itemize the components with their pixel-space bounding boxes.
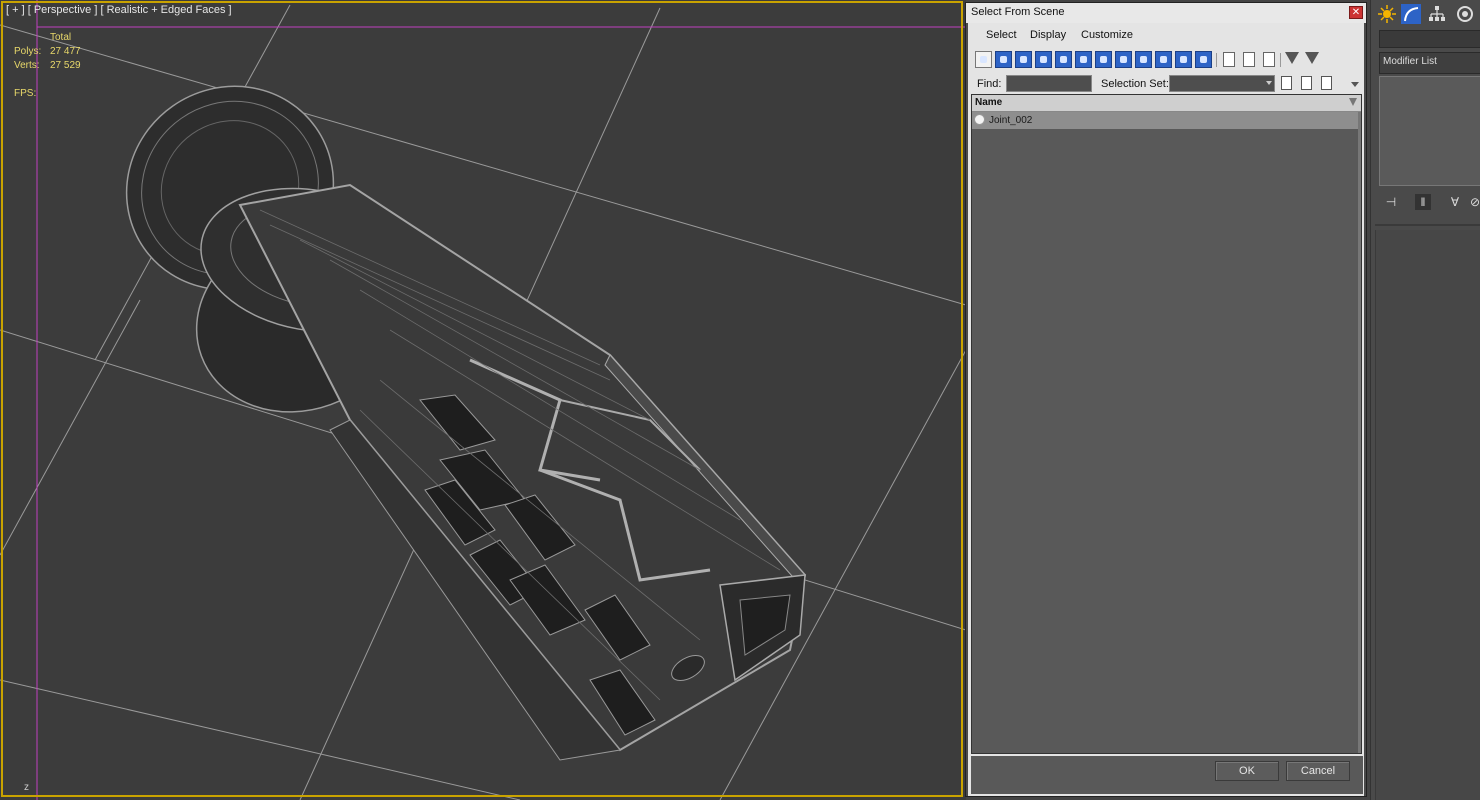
filter-options-icon[interactable] [1305, 52, 1319, 64]
display-lights-icon[interactable] [1015, 51, 1032, 68]
polys-label: Polys: [14, 46, 42, 57]
toolbar-overflow-icon[interactable] [1351, 82, 1359, 87]
create-icon[interactable] [1377, 4, 1397, 24]
select-from-scene-dialog: Select From Scene ✕ Select Display Custo… [965, 2, 1367, 797]
fps-label: FPS: [14, 88, 37, 99]
column-header-name[interactable]: Name [975, 97, 1002, 108]
viewport-label[interactable]: [ + ] [ Perspective ] [ Realistic + Edge… [6, 4, 232, 16]
stats-total-label: Total [50, 32, 72, 43]
dialog-title: Select From Scene [971, 6, 1065, 18]
select-none-icon[interactable] [1243, 52, 1255, 67]
select-all-icon[interactable] [1223, 52, 1235, 67]
hierarchy-icon[interactable] [1427, 4, 1447, 24]
panel-divider [1375, 224, 1480, 226]
selection-set-dropdown[interactable] [1169, 75, 1275, 92]
show-end-result-icon[interactable]: ‖ [1415, 194, 1431, 210]
display-hidden-icon[interactable] [1195, 51, 1212, 68]
ok-button[interactable]: OK [1215, 761, 1279, 781]
sphere-icon [974, 114, 985, 125]
cancel-button[interactable]: Cancel [1286, 761, 1350, 781]
display-helpers-icon[interactable] [1055, 51, 1072, 68]
toolbar-separator [1216, 53, 1217, 67]
column-filter-icon[interactable] [1349, 98, 1357, 106]
menu-display[interactable]: Display [1030, 29, 1066, 41]
display-containers-icon[interactable] [1155, 51, 1172, 68]
filter-icon[interactable] [1285, 52, 1299, 64]
display-cameras-icon[interactable] [1035, 51, 1052, 68]
object-name-field[interactable] [1379, 30, 1480, 48]
remove-selection-set-icon[interactable] [1321, 76, 1332, 90]
dialog-footer: OK Cancel [971, 756, 1363, 794]
row-object-name: Joint_002 [989, 115, 1033, 126]
motion-icon[interactable] [1455, 4, 1475, 24]
display-spacewarps-icon[interactable] [1075, 51, 1092, 68]
list-scrollbar[interactable] [1358, 112, 1361, 753]
model-joint [125, 85, 807, 761]
dropdown-arrow-icon [1266, 81, 1272, 85]
display-frozen-icon[interactable] [1175, 51, 1192, 68]
polys-value: 27 477 [50, 46, 81, 57]
modify-icon[interactable] [1401, 4, 1421, 24]
scene-object-list[interactable]: Name Joint_002 [971, 94, 1362, 754]
display-groups-icon[interactable] [1095, 51, 1112, 68]
display-geometry-icon[interactable] [975, 51, 992, 68]
parameters-rollout [1375, 230, 1480, 800]
stack-toolbar: ⊣ ‖ ∀ ⊘ [1379, 192, 1480, 214]
display-shapes-icon[interactable] [995, 51, 1012, 68]
select-invert-icon[interactable] [1263, 52, 1275, 67]
verts-label: Verts: [14, 60, 40, 71]
perspective-viewport[interactable]: [ + ] [ Perspective ] [ Realistic + Edge… [0, 0, 966, 800]
create-selection-set-icon[interactable] [1301, 76, 1312, 90]
command-panel: Modifier List ⊣ ‖ ∀ ⊘ [1370, 0, 1480, 800]
dialog-title-bar[interactable]: Select From Scene ✕ [966, 3, 1366, 23]
find-label: Find: [977, 78, 1002, 90]
axis-gizmo-label: z [24, 782, 29, 793]
modifier-stack[interactable] [1379, 76, 1480, 186]
toolbar-separator [1280, 53, 1281, 67]
menu-select[interactable]: Select [986, 29, 1017, 41]
remove-modifier-icon[interactable]: ⊘ [1467, 194, 1480, 210]
menu-customize[interactable]: Customize [1081, 29, 1133, 41]
selection-set-label: Selection Set: [1101, 78, 1169, 90]
list-header[interactable]: Name [972, 95, 1361, 112]
menu-bar: Select Display Customize [971, 25, 1363, 47]
pin-stack-icon[interactable]: ⊣ [1383, 194, 1399, 210]
display-bones-icon[interactable] [1135, 51, 1152, 68]
close-button[interactable]: ✕ [1349, 6, 1363, 19]
wireframe-scene [0, 0, 966, 800]
modifier-list-dropdown[interactable]: Modifier List [1379, 52, 1480, 74]
verts-value: 27 529 [50, 60, 81, 71]
make-unique-icon[interactable]: ∀ [1447, 194, 1463, 210]
toolbar: Find: Selection Set: [971, 49, 1363, 97]
list-row[interactable]: Joint_002 [972, 112, 1358, 129]
edit-named-selection-icon[interactable] [1281, 76, 1292, 90]
display-xrefs-icon[interactable] [1115, 51, 1132, 68]
find-input[interactable] [1006, 75, 1092, 92]
dialog-body: Select Display Customize Find: Selection… [968, 23, 1364, 796]
modifier-list-label: Modifier List [1383, 56, 1437, 67]
